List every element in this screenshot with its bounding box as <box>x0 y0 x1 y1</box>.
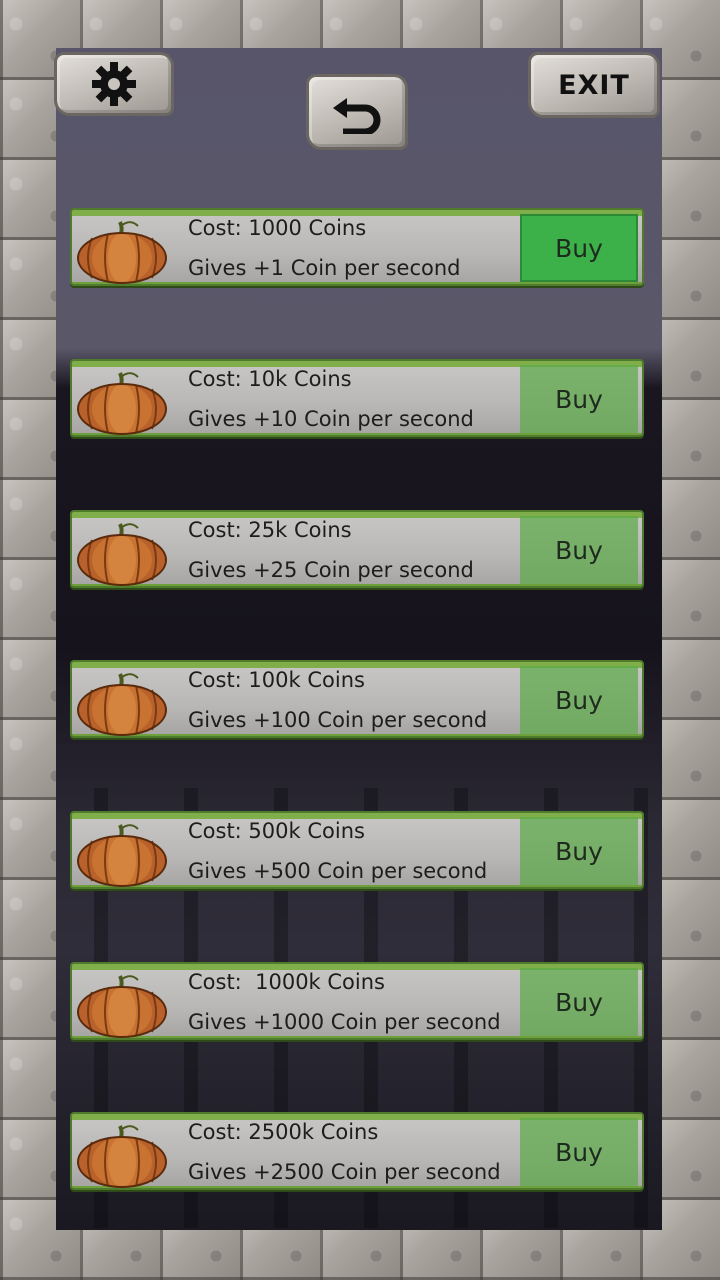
buy-button[interactable]: Buy <box>520 214 638 282</box>
pumpkin-icon <box>77 824 167 887</box>
pumpkin-icon <box>77 523 167 586</box>
buy-button[interactable]: Buy <box>520 365 638 433</box>
exit-label: EXIT <box>558 69 630 101</box>
buy-button[interactable]: Buy <box>520 1118 638 1186</box>
upgrade-cost: Cost: 1000k Coins <box>188 970 385 994</box>
pumpkin-icon <box>77 372 167 435</box>
upgrade-row: Cost: 100k Coins Gives +100 Coin per sec… <box>70 660 644 738</box>
upgrade-cost: Cost: 25k Coins <box>188 518 352 542</box>
upgrade-row: Cost: 1000 Coins Gives +1 Coin per secon… <box>70 208 644 286</box>
upgrade-income: Gives +25 Coin per second <box>188 558 474 582</box>
undo-arrow-icon <box>333 98 381 134</box>
buy-button[interactable]: Buy <box>520 968 638 1036</box>
upgrade-row: Cost: 2500k Coins Gives +2500 Coin per s… <box>70 1112 644 1190</box>
pumpkin-icon <box>77 221 167 284</box>
pumpkin-icon <box>77 673 167 736</box>
upgrade-income: Gives +100 Coin per second <box>188 708 488 732</box>
buy-button[interactable]: Buy <box>520 516 638 584</box>
upgrade-income: Gives +500 Coin per second <box>188 859 488 883</box>
upgrade-row: Cost: 25k Coins Gives +25 Coin per secon… <box>70 510 644 588</box>
upgrade-row: Cost: 1000k Coins Gives +1000 Coin per s… <box>70 962 644 1040</box>
upgrade-row: Cost: 10k Coins Gives +10 Coin per secon… <box>70 359 644 437</box>
upgrade-cost: Cost: 100k Coins <box>188 668 365 692</box>
upgrade-cost: Cost: 500k Coins <box>188 819 365 843</box>
upgrade-income: Gives +1000 Coin per second <box>188 1010 501 1034</box>
settings-button[interactable] <box>54 52 174 116</box>
upgrade-income: Gives +1 Coin per second <box>188 256 461 280</box>
upgrade-income: Gives +10 Coin per second <box>188 407 474 431</box>
buy-button[interactable]: Buy <box>520 817 638 885</box>
exit-button[interactable]: EXIT <box>528 52 660 118</box>
back-button[interactable] <box>306 74 408 150</box>
upgrade-cost: Cost: 1000 Coins <box>188 216 367 240</box>
pumpkin-icon <box>77 975 167 1038</box>
upgrade-cost: Cost: 2500k Coins <box>188 1120 379 1144</box>
upgrade-row: Cost: 500k Coins Gives +500 Coin per sec… <box>70 811 644 889</box>
gear-icon <box>92 62 136 106</box>
upgrade-income: Gives +2500 Coin per second <box>188 1160 501 1184</box>
upgrade-cost: Cost: 10k Coins <box>188 367 352 391</box>
pumpkin-icon <box>77 1125 167 1188</box>
buy-button[interactable]: Buy <box>520 666 638 734</box>
